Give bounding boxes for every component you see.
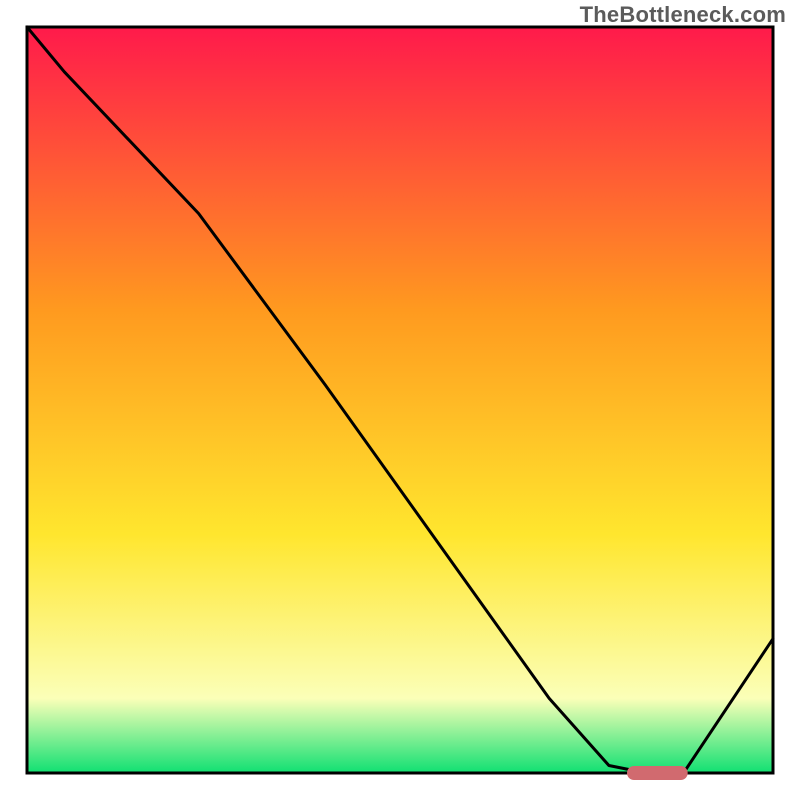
bottleneck-chart bbox=[0, 0, 800, 800]
plot-background bbox=[27, 27, 773, 773]
optimum-marker bbox=[628, 767, 688, 780]
chart-container: TheBottleneck.com bbox=[0, 0, 800, 800]
